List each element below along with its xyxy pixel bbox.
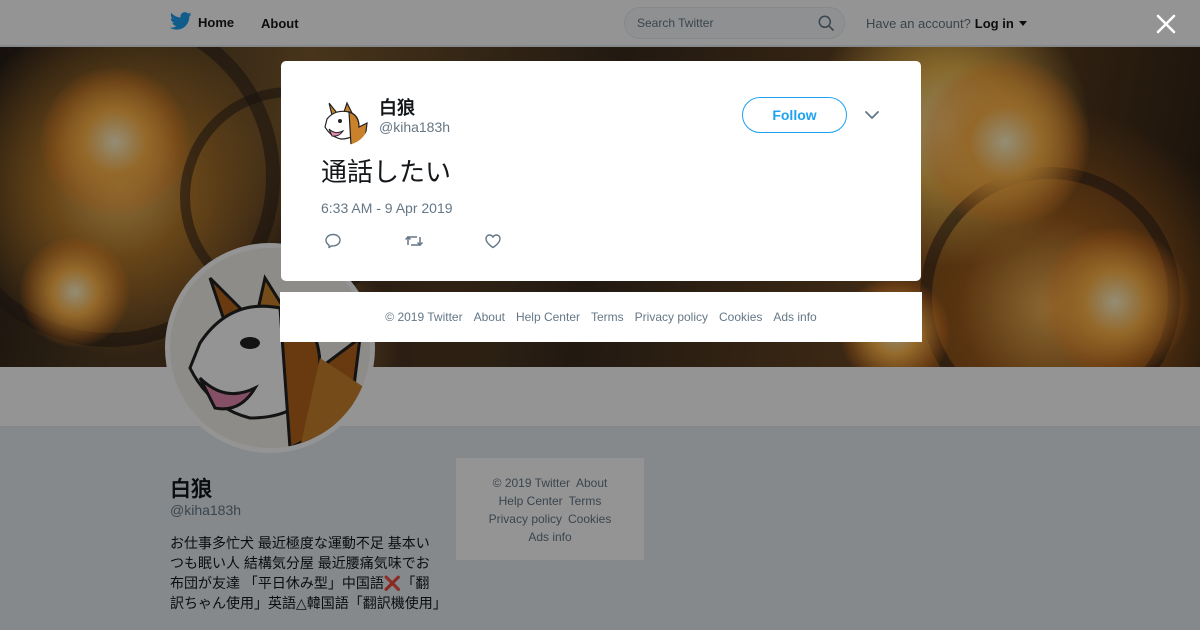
modal-footer-terms-link[interactable]: Terms xyxy=(591,310,624,324)
retweet-icon[interactable] xyxy=(404,232,484,255)
modal-footer: © 2019 Twitter About Help Center Terms P… xyxy=(280,292,922,342)
tweet-actions xyxy=(324,232,564,255)
modal-footer-about-link[interactable]: About xyxy=(474,310,505,324)
tweet-author-handle[interactable]: @kiha183h xyxy=(379,119,450,135)
modal-footer-ads-link[interactable]: Ads info xyxy=(773,310,816,324)
modal-footer-privacy-link[interactable]: Privacy policy xyxy=(635,310,708,324)
chevron-down-icon[interactable] xyxy=(864,108,880,126)
follow-button[interactable]: Follow xyxy=(742,97,847,133)
modal-footer-help-link[interactable]: Help Center xyxy=(516,310,580,324)
reply-icon[interactable] xyxy=(324,232,404,255)
tweet-author-avatar[interactable] xyxy=(321,97,369,145)
like-icon[interactable] xyxy=(484,232,564,255)
tweet-permalink-modal: 白狼 @kiha183h Follow 通話したい 6:33 AM - 9 Ap… xyxy=(281,61,921,281)
modal-footer-cookies-link[interactable]: Cookies xyxy=(719,310,762,324)
tweet-timestamp[interactable]: 6:33 AM - 9 Apr 2019 xyxy=(321,200,453,216)
tweet-author-name[interactable]: 白狼 xyxy=(379,94,415,120)
close-icon[interactable] xyxy=(1152,10,1180,38)
modal-footer-copyright: © 2019 Twitter xyxy=(385,310,463,324)
tweet-text: 通話したい xyxy=(321,158,452,188)
